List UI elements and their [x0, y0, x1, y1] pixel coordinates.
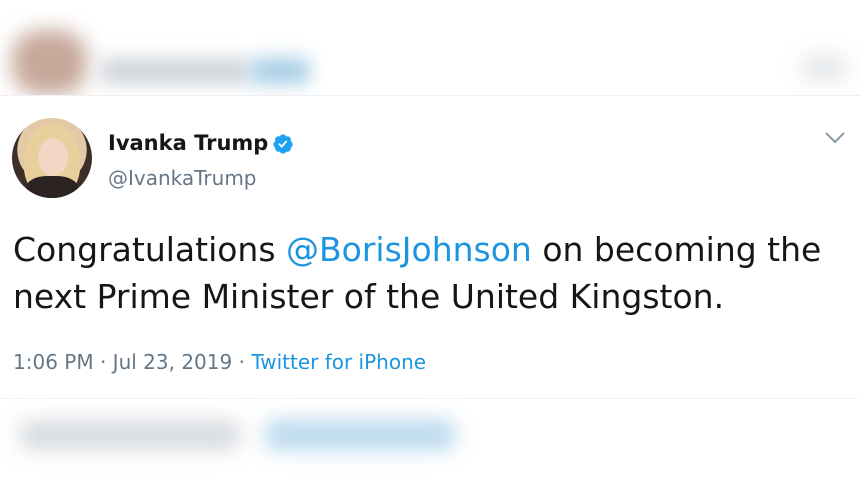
mention-link[interactable]: @BorisJohnson: [286, 230, 532, 269]
author-name[interactable]: Ivanka Trump: [108, 131, 268, 155]
blurred-previous-tweet: [0, 0, 860, 95]
blurred-action: [800, 55, 848, 81]
blurred-name: [100, 58, 250, 84]
tweet-meta: 1:06 PM · Jul 23, 2019 · Twitter for iPh…: [13, 350, 426, 374]
blurred-handle: [250, 58, 310, 84]
meta-separator: ·: [232, 350, 252, 374]
tweet-source-link[interactable]: Twitter for iPhone: [251, 350, 426, 374]
blurred-link: [265, 420, 455, 450]
blurred-avatar: [12, 30, 87, 95]
tweet-time[interactable]: 1:06 PM: [13, 350, 94, 374]
divider: [0, 398, 860, 399]
tweet-date[interactable]: Jul 23, 2019: [113, 350, 233, 374]
verified-badge-icon: [273, 134, 293, 154]
chevron-down-icon[interactable]: [824, 131, 846, 145]
avatar-face: [38, 138, 68, 176]
divider: [0, 95, 860, 96]
blurred-text: [20, 420, 240, 450]
meta-separator: ·: [93, 350, 113, 374]
avatar-body: [26, 176, 78, 198]
tweet-text-start: Congratulations: [13, 230, 287, 269]
author-handle[interactable]: @IvankaTrump: [108, 166, 257, 190]
avatar[interactable]: [12, 118, 92, 198]
tweet-text: Congratulations @BorisJohnson on becomin…: [13, 226, 843, 320]
